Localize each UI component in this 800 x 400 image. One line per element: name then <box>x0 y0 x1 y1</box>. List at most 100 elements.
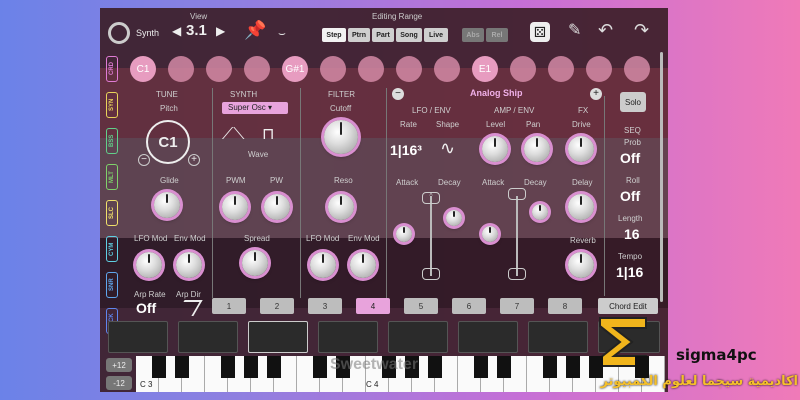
pitch-minus-button[interactable]: − <box>138 154 150 166</box>
octave-down-button[interactable]: -12 <box>106 376 132 390</box>
glide-knob[interactable] <box>154 192 180 218</box>
preset-name[interactable]: Analog Ship <box>470 88 523 98</box>
pattern-preview[interactable] <box>388 321 448 353</box>
piano-black-key[interactable] <box>474 356 488 378</box>
pattern-button[interactable]: 2 <box>260 298 294 314</box>
step-note[interactable] <box>244 56 270 82</box>
amp-level-knob[interactable] <box>482 136 508 162</box>
scrollbar[interactable] <box>660 52 663 302</box>
solo-button[interactable]: Solo <box>620 92 646 112</box>
pattern-preview[interactable] <box>248 321 308 353</box>
pwm-knob[interactable] <box>222 194 248 220</box>
tune-env-mod-knob[interactable] <box>176 252 202 278</box>
reverb-knob[interactable] <box>568 252 594 278</box>
piano-black-key[interactable] <box>428 356 442 378</box>
octave-up-button[interactable]: +12 <box>106 358 132 372</box>
dice-icon[interactable]: ⚄ <box>530 22 550 42</box>
tab-song[interactable]: Song <box>396 28 422 42</box>
step-note[interactable]: E1 <box>472 56 498 82</box>
step-note[interactable] <box>358 56 384 82</box>
pitch-display[interactable]: C1 <box>146 120 190 164</box>
pattern-preview[interactable] <box>318 321 378 353</box>
pattern-button[interactable]: 6 <box>452 298 486 314</box>
pw-knob[interactable] <box>264 194 290 220</box>
tab-abs[interactable]: Abs <box>462 28 484 42</box>
tab-part[interactable]: Part <box>372 28 394 42</box>
track-tab[interactable]: CRD <box>106 56 118 82</box>
step-note[interactable] <box>624 56 650 82</box>
lfo-decay-slider[interactable] <box>446 210 462 226</box>
saw-wave-icon[interactable]: ⟋⟍ <box>222 126 244 144</box>
track-tab[interactable]: BSS <box>106 128 118 154</box>
track-tab[interactable]: MLT <box>106 164 118 190</box>
amp-attack-slider[interactable] <box>482 226 498 242</box>
cutoff-knob[interactable] <box>324 120 358 154</box>
preset-next-button[interactable]: + <box>590 88 602 100</box>
delay-knob[interactable] <box>568 194 594 220</box>
pattern-button[interactable]: 5 <box>404 298 438 314</box>
lfo-rate-value[interactable]: 1|16³ <box>390 142 422 158</box>
tune-lfo-mod-knob[interactable] <box>136 252 162 278</box>
step-note[interactable] <box>320 56 346 82</box>
synth-instrument-icon[interactable] <box>108 22 130 44</box>
step-note[interactable] <box>168 56 194 82</box>
osc-select[interactable]: Super Osc ▾ <box>222 102 288 114</box>
pattern-button[interactable]: 8 <box>548 298 582 314</box>
eraser-icon[interactable]: ✎ <box>568 20 581 40</box>
lfo-env-slider-track[interactable] <box>430 196 432 276</box>
drive-knob[interactable] <box>568 136 594 162</box>
step-note[interactable] <box>434 56 460 82</box>
pattern-button[interactable]: 4 <box>356 298 390 314</box>
roll-value[interactable]: Off <box>620 188 640 204</box>
preset-prev-button[interactable]: − <box>392 88 404 100</box>
piano-black-key[interactable] <box>267 356 281 378</box>
lfo-env-bottom-icon[interactable] <box>422 268 440 280</box>
filter-lfo-mod-knob[interactable] <box>310 252 336 278</box>
piano-black-key[interactable] <box>543 356 557 378</box>
piano-black-key[interactable] <box>221 356 235 378</box>
pattern-preview[interactable] <box>108 321 168 353</box>
lfo-attack-slider[interactable] <box>396 226 412 242</box>
pattern-button[interactable]: 3 <box>308 298 342 314</box>
amp-env-bottom-icon[interactable] <box>508 268 526 280</box>
pattern-button[interactable]: 7 <box>500 298 534 314</box>
lfo-env-top-icon[interactable]: ^ <box>422 192 440 204</box>
track-tab[interactable]: CYM <box>106 236 118 262</box>
step-note[interactable] <box>548 56 574 82</box>
pattern-preview[interactable] <box>178 321 238 353</box>
step-note[interactable]: C1 <box>130 56 156 82</box>
arp-rate-value[interactable]: Off <box>136 300 156 316</box>
amp-env-top-icon[interactable] <box>508 188 526 200</box>
length-value[interactable]: 16 <box>624 226 640 242</box>
view-prev-icon[interactable]: ◀ <box>172 24 181 38</box>
pin-icon[interactable]: 📌 <box>244 20 266 41</box>
pitch-plus-button[interactable]: + <box>188 154 200 166</box>
piano-black-key[interactable] <box>566 356 580 378</box>
tempo-value[interactable]: 1|16 <box>616 264 643 280</box>
step-note[interactable] <box>396 56 422 82</box>
amp-decay-slider[interactable] <box>532 204 548 220</box>
lfo-shape-icon[interactable]: ∿ <box>440 138 455 159</box>
tab-ptrn[interactable]: Ptrn <box>348 28 370 42</box>
tab-step[interactable]: Step <box>322 28 346 42</box>
piano-black-key[interactable] <box>635 356 649 378</box>
amp-pan-knob[interactable] <box>524 136 550 162</box>
track-tab[interactable]: SYN <box>106 92 118 118</box>
track-tab[interactable]: SNR <box>106 272 118 298</box>
undo-icon[interactable]: ↶ <box>598 20 613 41</box>
step-note[interactable] <box>586 56 612 82</box>
piano-black-key[interactable] <box>497 356 511 378</box>
piano-black-key[interactable] <box>175 356 189 378</box>
prob-value[interactable]: Off <box>620 150 640 166</box>
piano-black-key[interactable] <box>313 356 327 378</box>
piano-black-key[interactable] <box>244 356 258 378</box>
step-note[interactable] <box>206 56 232 82</box>
step-note[interactable] <box>510 56 536 82</box>
amp-env-slider-track[interactable] <box>516 196 518 276</box>
track-tab[interactable]: SLC <box>106 200 118 226</box>
spread-knob[interactable] <box>242 250 268 276</box>
reso-knob[interactable] <box>328 194 354 220</box>
square-wave-icon[interactable]: ⊓ <box>262 124 274 144</box>
redo-icon[interactable]: ↷ <box>634 20 649 41</box>
step-note[interactable]: G#1 <box>282 56 308 82</box>
